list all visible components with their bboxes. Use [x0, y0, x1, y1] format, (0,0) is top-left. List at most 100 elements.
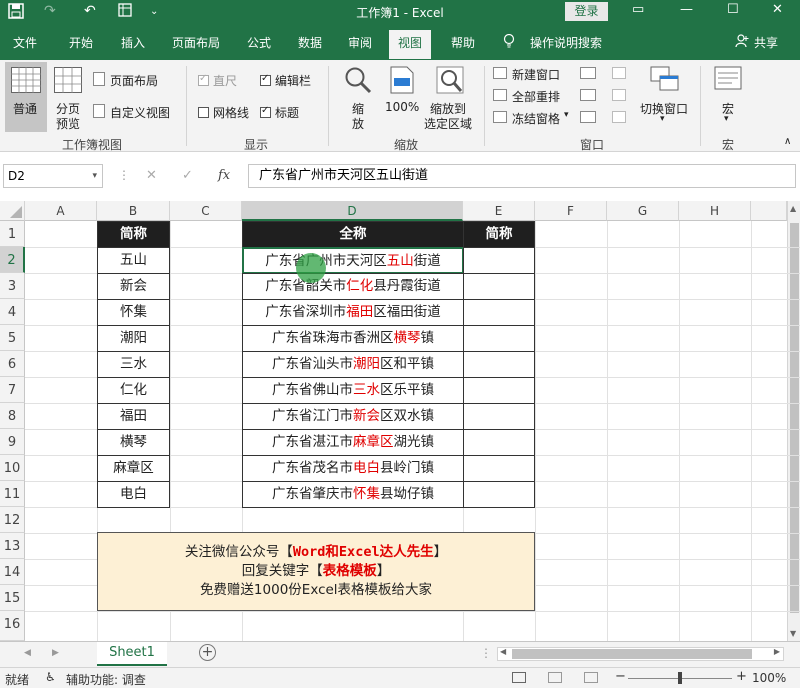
- table-cell[interactable]: 广东省湛江市麻章区湖光镇: [242, 429, 464, 456]
- row-header[interactable]: 13: [0, 533, 25, 559]
- table-cell[interactable]: [463, 325, 535, 352]
- table-cell[interactable]: 广东省佛山市三水区乐平镇: [242, 377, 464, 404]
- accessibility-icon[interactable]: ♿: [45, 670, 56, 684]
- row-header[interactable]: 4: [0, 299, 25, 325]
- tab-file[interactable]: 文件: [13, 34, 37, 51]
- table-cell[interactable]: 广东省汕头市潮阳区和平镇: [242, 351, 464, 378]
- table-cell[interactable]: 新会: [97, 273, 170, 300]
- tab-page-layout[interactable]: 页面布局: [172, 34, 220, 51]
- zoom-slider-thumb[interactable]: [678, 672, 682, 684]
- row-header[interactable]: 8: [0, 403, 25, 429]
- split-icon[interactable]: [580, 67, 596, 79]
- table-cell[interactable]: 仁化: [97, 377, 170, 404]
- unhide-icon[interactable]: [580, 111, 596, 123]
- tab-review[interactable]: 审阅: [348, 34, 372, 51]
- zoom-level[interactable]: 100%: [752, 671, 786, 685]
- row-header[interactable]: 7: [0, 377, 25, 403]
- prev-sheet-icon[interactable]: ◀: [24, 648, 31, 658]
- column-header-b[interactable]: B: [97, 201, 170, 221]
- insert-function-icon[interactable]: fx: [218, 168, 230, 183]
- macros-button[interactable]: 宏 ▾: [708, 62, 748, 132]
- tab-formulas[interactable]: 公式: [247, 34, 271, 51]
- row-header[interactable]: 2: [0, 247, 25, 273]
- table-cell[interactable]: 广东省江门市新会区双水镇: [242, 403, 464, 430]
- promo-note-box[interactable]: 关注微信公众号【Word和Excel达人先生】 回复关键字【表格模板】 免费赠送…: [97, 532, 535, 611]
- tab-split-icon[interactable]: ⋮: [480, 646, 492, 660]
- zoom-in-icon[interactable]: +: [736, 669, 747, 684]
- ribbon-display-icon[interactable]: ▭: [632, 2, 644, 17]
- table-cell[interactable]: 五山: [97, 247, 170, 274]
- row-header[interactable]: 11: [0, 481, 25, 507]
- zoom-to-selection-button[interactable]: 缩放到 选定区域: [422, 62, 478, 132]
- row-header[interactable]: 15: [0, 585, 25, 611]
- accessibility-status[interactable]: 辅助功能: 调查: [66, 671, 146, 688]
- tab-help[interactable]: 帮助: [451, 34, 475, 51]
- column-header-d[interactable]: D: [242, 201, 463, 221]
- table-header-d[interactable]: 全称: [242, 221, 464, 248]
- table-cell[interactable]: [463, 377, 535, 404]
- scroll-left-icon[interactable]: ◀: [500, 647, 506, 656]
- table-cell-selected[interactable]: 广东省广州市天河区五山街道: [242, 247, 464, 274]
- row-header[interactable]: 14: [0, 559, 25, 585]
- table-cell[interactable]: [463, 273, 535, 300]
- row-header[interactable]: 6: [0, 351, 25, 377]
- table-header-e[interactable]: 简称: [463, 221, 535, 248]
- maximize-icon[interactable]: ☐: [727, 2, 739, 17]
- share-button[interactable]: 共享: [754, 34, 778, 51]
- arrange-all-button[interactable]: 全部重排: [492, 88, 572, 106]
- row-header[interactable]: 1: [0, 221, 25, 247]
- close-icon[interactable]: ✕: [772, 2, 783, 17]
- new-window-button[interactable]: 新建窗口: [492, 66, 572, 84]
- column-header-f[interactable]: F: [535, 201, 607, 221]
- tab-home[interactable]: 开始: [69, 34, 93, 51]
- login-button[interactable]: 登录: [565, 2, 608, 21]
- page-break-preview-button[interactable]: 分页 预览: [50, 62, 86, 132]
- row-header[interactable]: 10: [0, 455, 25, 481]
- table-cell[interactable]: [463, 429, 535, 456]
- view-side-by-side-icon[interactable]: [612, 67, 626, 79]
- table-cell[interactable]: 广东省韶关市仁化县丹霞街道: [242, 273, 464, 300]
- collapse-ribbon-icon[interactable]: ∧: [784, 136, 791, 147]
- table-cell[interactable]: [463, 403, 535, 430]
- table-cell[interactable]: [463, 351, 535, 378]
- table-cell[interactable]: 广东省肇庆市怀集县坳仔镇: [242, 481, 464, 508]
- share-icon[interactable]: [735, 34, 749, 51]
- worksheet-grid[interactable]: A B C D E F G H ▲ ▼ 1 2 3 4 5 6 7 8 9 10…: [0, 201, 800, 641]
- table-cell[interactable]: 麻章区: [97, 455, 170, 482]
- scroll-up-icon[interactable]: ▲: [790, 204, 796, 213]
- headings-checkbox[interactable]: 标题: [260, 104, 299, 121]
- tab-data[interactable]: 数据: [298, 34, 322, 51]
- column-header-a[interactable]: A: [25, 201, 97, 221]
- formula-bar-checkbox[interactable]: 编辑栏: [260, 72, 311, 89]
- cancel-icon[interactable]: ✕: [146, 168, 157, 183]
- add-sheet-icon[interactable]: +: [199, 644, 216, 661]
- page-break-status-icon[interactable]: [584, 672, 598, 683]
- column-header-c[interactable]: C: [170, 201, 242, 221]
- zoom-100-button[interactable]: 100%: [382, 62, 422, 132]
- normal-view-status-icon[interactable]: [512, 672, 526, 683]
- normal-view-button[interactable]: 普通: [5, 62, 47, 132]
- row-header[interactable]: 5: [0, 325, 25, 351]
- select-all-corner[interactable]: [0, 201, 25, 221]
- custom-views-button[interactable]: 自定义视图: [92, 103, 182, 121]
- table-cell[interactable]: [463, 481, 535, 508]
- hide-icon[interactable]: [580, 89, 596, 101]
- column-header-i[interactable]: [751, 201, 787, 221]
- table-cell[interactable]: [463, 455, 535, 482]
- tell-me-search[interactable]: 操作说明搜索: [530, 34, 602, 51]
- name-box-dropdown-icon[interactable]: ▾: [92, 165, 97, 187]
- scroll-right-icon[interactable]: ▶: [774, 647, 780, 656]
- sheet-tab-sheet1[interactable]: Sheet1: [97, 642, 167, 666]
- zoom-button[interactable]: 缩 放: [338, 62, 378, 132]
- next-sheet-icon[interactable]: ▶: [52, 648, 59, 658]
- formula-input[interactable]: 广东省广州市天河区五山街道: [248, 164, 796, 188]
- column-header-e[interactable]: E: [463, 201, 535, 221]
- tab-insert[interactable]: 插入: [121, 34, 145, 51]
- table-cell[interactable]: [463, 299, 535, 326]
- row-header[interactable]: 3: [0, 273, 25, 299]
- table-header-b[interactable]: 简称: [97, 221, 170, 248]
- table-cell[interactable]: 广东省珠海市香洲区横琴镇: [242, 325, 464, 352]
- enter-icon[interactable]: ✓: [182, 168, 193, 183]
- freeze-panes-button[interactable]: 冻结窗格 ▾: [492, 110, 572, 128]
- row-header[interactable]: 9: [0, 429, 25, 455]
